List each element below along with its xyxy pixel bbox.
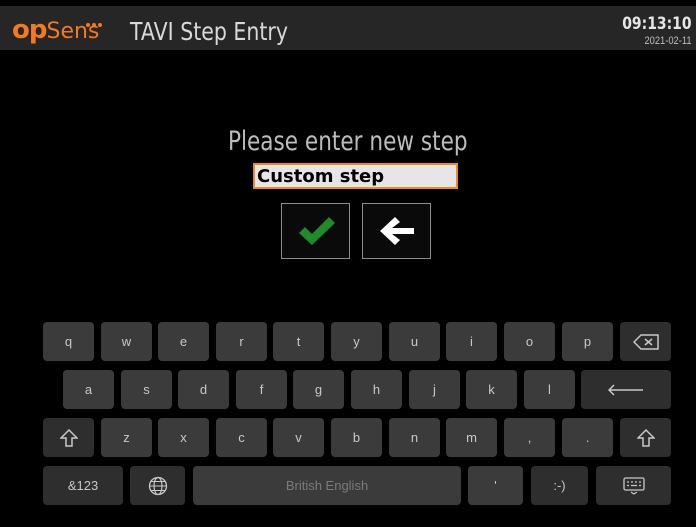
key-d[interactable]: d [178, 370, 229, 409]
key-f[interactable]: f [236, 370, 287, 409]
key-q[interactable]: q [43, 322, 94, 361]
keyboard-icon [622, 476, 645, 495]
key-l[interactable]: l [524, 370, 575, 409]
enter-key[interactable] [581, 370, 671, 409]
key-p[interactable]: p [562, 322, 613, 361]
page-title: TAVI Step Entry [130, 17, 288, 46]
key-g[interactable]: g [293, 370, 344, 409]
symbols-key[interactable]: &123 [43, 466, 123, 505]
on-screen-keyboard: q w e r t y u i o p a s d f g h j k l z … [0, 316, 696, 527]
key-period[interactable]: . [562, 418, 613, 457]
clock-time: 09:13:10 [622, 14, 692, 34]
shift-icon [59, 428, 78, 447]
key-n[interactable]: n [389, 418, 440, 457]
language-key[interactable] [130, 466, 185, 505]
key-h[interactable]: h [351, 370, 402, 409]
space-bar[interactable]: British English [193, 466, 461, 505]
key-k[interactable]: k [466, 370, 517, 409]
title-bar: op Sens TAVI Step Entry 09:13:10 2021-02-… [0, 0, 696, 50]
enter-arrow-icon [608, 383, 643, 396]
shift-icon [636, 428, 655, 447]
step-name-input[interactable] [253, 163, 458, 189]
step-prompt: Please enter new step [228, 126, 468, 157]
key-z[interactable]: z [101, 418, 152, 457]
shift-right-key[interactable] [620, 418, 671, 457]
backspace-icon [632, 333, 659, 350]
key-apostrophe[interactable]: ' [468, 466, 523, 505]
arrow-left-icon [379, 217, 414, 245]
key-c[interactable]: c [216, 418, 267, 457]
key-u[interactable]: u [389, 322, 440, 361]
key-e[interactable]: e [158, 322, 209, 361]
key-j[interactable]: j [409, 370, 460, 409]
key-y[interactable]: y [331, 322, 382, 361]
key-i[interactable]: i [446, 322, 497, 361]
clock-date: 2021-02-11 [644, 35, 692, 47]
key-x[interactable]: x [158, 418, 209, 457]
key-a[interactable]: a [63, 370, 114, 409]
logo-dots-icon [86, 14, 106, 27]
key-comma[interactable]: , [504, 418, 555, 457]
backspace-key[interactable] [620, 322, 671, 361]
key-t[interactable]: t [273, 322, 324, 361]
key-w[interactable]: w [101, 322, 152, 361]
key-m[interactable]: m [446, 418, 497, 457]
emoticon-key[interactable]: :-) [531, 466, 588, 505]
back-button[interactable] [362, 203, 431, 259]
globe-icon [148, 476, 167, 495]
key-r[interactable]: r [216, 322, 267, 361]
key-s[interactable]: s [121, 370, 172, 409]
checkmark-icon [298, 217, 335, 245]
key-o[interactable]: o [504, 322, 555, 361]
confirm-button[interactable] [281, 203, 350, 259]
key-v[interactable]: v [273, 418, 324, 457]
shift-left-key[interactable] [43, 418, 94, 457]
hide-keyboard-key[interactable] [596, 466, 671, 505]
clock: 09:13:10 2021-02-11 [607, 14, 692, 47]
key-b[interactable]: b [331, 418, 382, 457]
